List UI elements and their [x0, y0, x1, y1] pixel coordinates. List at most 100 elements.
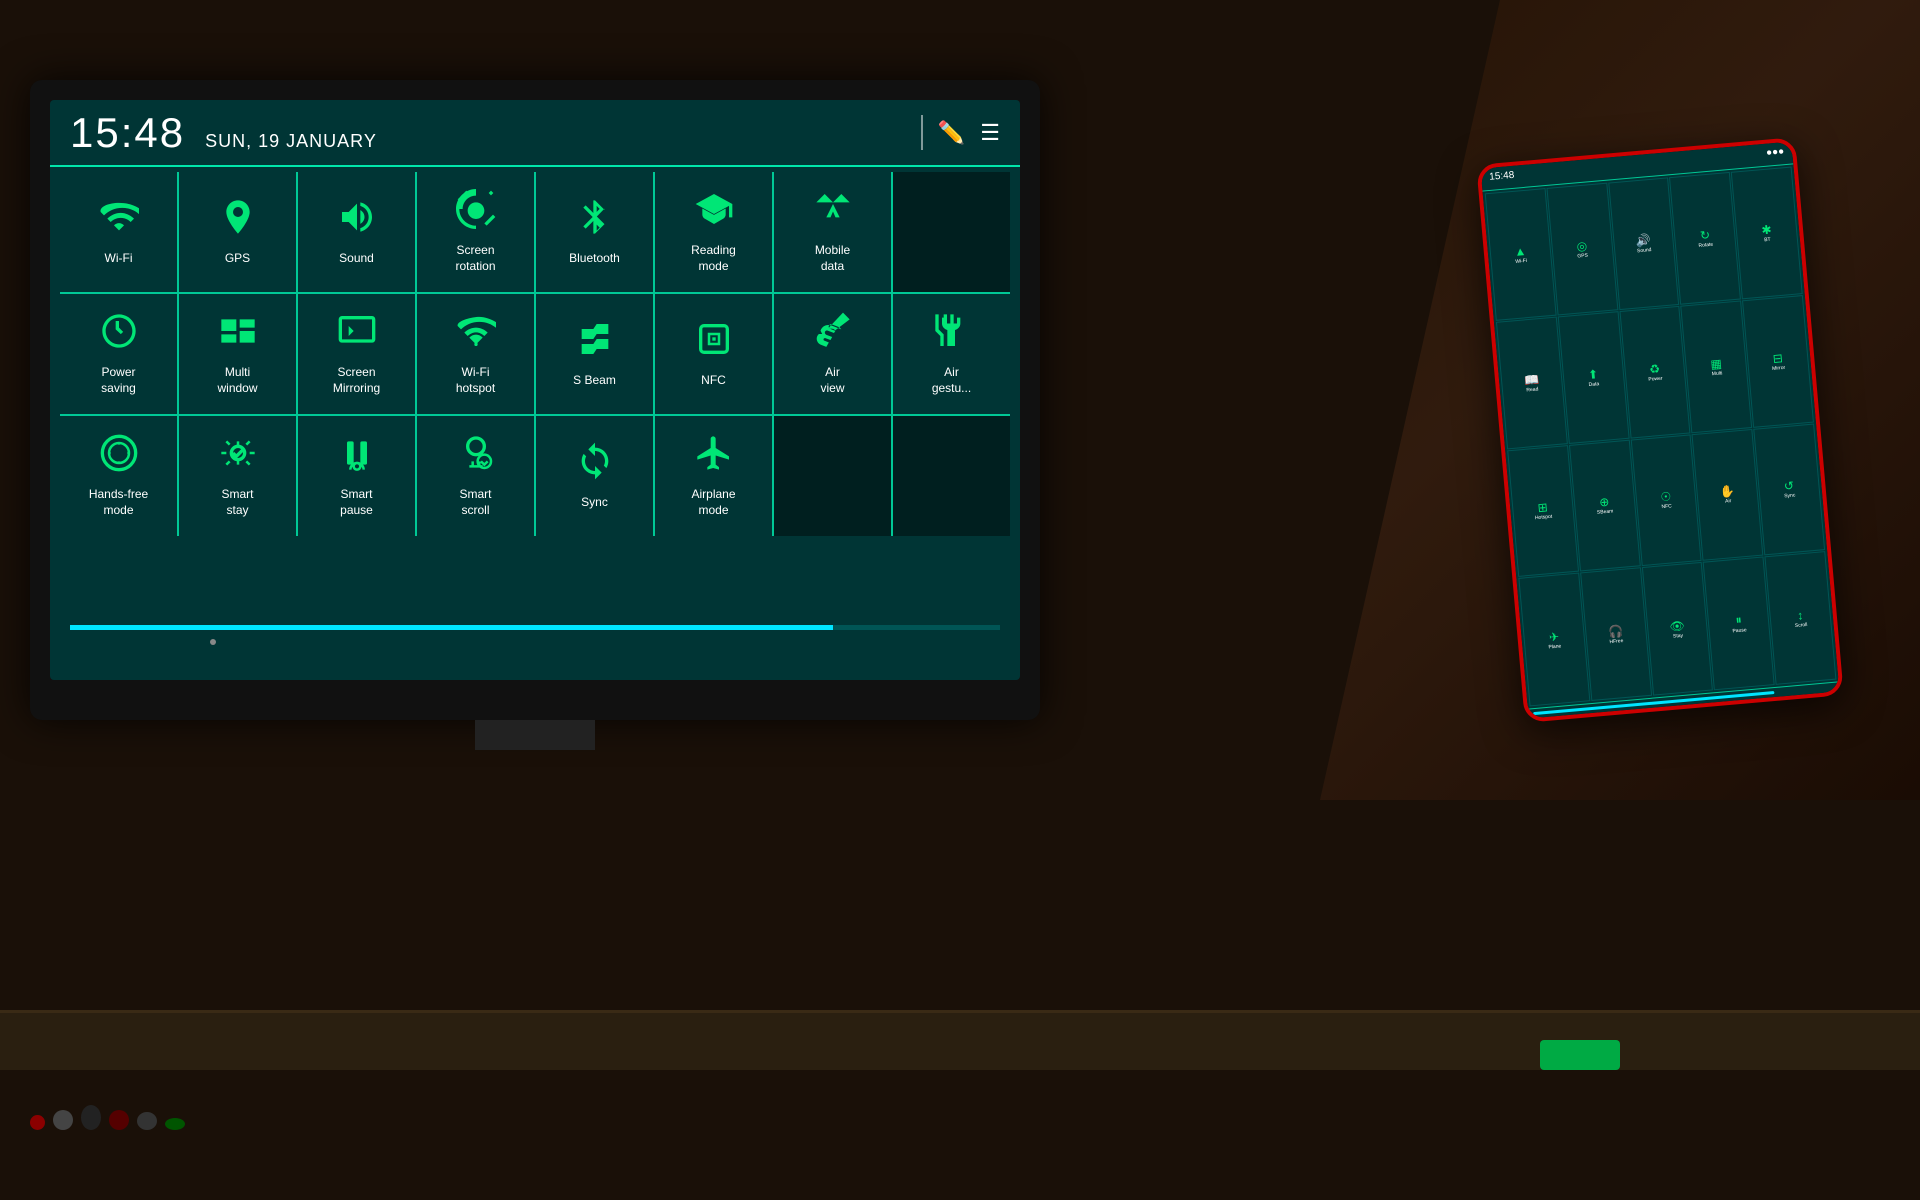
phone-p19-icon: ⏸ — [1735, 613, 1742, 628]
hands-free-icon — [99, 433, 139, 479]
smart-stay-icon — [218, 433, 258, 479]
hands-free-label: Hands-freemode — [89, 487, 148, 518]
tv-body: 15:48 SUN, 19 JANUARY ✏️ ☰ — [30, 80, 1040, 720]
quick-settings-grid: Wi-Fi GPS Sound — [50, 167, 1020, 541]
qs-hands-free[interactable]: Hands-freemode — [60, 416, 179, 536]
phone-p16-icon: ✈ — [1548, 629, 1559, 644]
phone-item-5: ✱BT — [1731, 167, 1803, 300]
phone-item-20: ↕Scroll — [1765, 551, 1837, 685]
multi-window-label: Multiwindow — [217, 365, 257, 396]
status-icons: ✏️ ☰ — [921, 115, 1000, 150]
qs-wifi-hotspot[interactable]: Wi-Fihotspot — [417, 294, 536, 414]
qs-mobile-data[interactable]: Mobiledata — [774, 172, 893, 292]
qs-bluetooth[interactable]: Bluetooth — [536, 172, 655, 292]
qs-screen-mirroring[interactable]: ScreenMirroring — [298, 294, 417, 414]
qs-power-saving[interactable]: Powersaving — [60, 294, 179, 414]
qs-air-gesture[interactable]: Airgestu... — [893, 294, 1010, 414]
tv-stand — [475, 720, 595, 750]
qs-airplane-mode[interactable]: Airplanemode — [655, 416, 774, 536]
phone-item-4: ↻Rotate — [1669, 172, 1741, 305]
phone-item-8: ♻Power — [1619, 306, 1691, 439]
qs-air-view[interactable]: Airview — [774, 294, 893, 414]
qs-multi-window[interactable]: Multiwindow — [179, 294, 298, 414]
qs-smart-scroll[interactable]: Smartscroll — [417, 416, 536, 536]
smart-pause-icon — [337, 433, 377, 479]
qs-row-2: Powersaving Multiwindow ScreenMirroring — [60, 294, 1010, 416]
phone-item-18: 👁Stay — [1641, 562, 1713, 696]
phone-data-icon: ⬆ — [1587, 367, 1598, 382]
phone-p12-icon: ⊕ — [1599, 495, 1610, 510]
scene: 15:48 SUN, 19 JANUARY ✏️ ☰ — [0, 0, 1920, 1200]
phone-p15-icon: ↺ — [1783, 479, 1794, 494]
green-object — [1540, 1040, 1620, 1070]
sync-icon — [575, 441, 615, 487]
qs-smart-stay[interactable]: Smartstay — [179, 416, 298, 536]
qs-screen-rotation[interactable]: Screenrotation — [417, 172, 536, 292]
progress-bar — [70, 625, 1000, 630]
phone-item-11: ⊞Hotspot — [1507, 445, 1579, 578]
screen-mirroring-icon — [337, 311, 377, 357]
progress-fill — [70, 625, 833, 630]
qs-gps[interactable]: GPS — [179, 172, 298, 292]
phone-wifi-icon: ▲ — [1514, 244, 1527, 259]
phone-item-3: 🔊Sound — [1608, 177, 1680, 310]
clock: 15:48 — [70, 109, 185, 157]
phone-icons: ●●● — [1766, 146, 1785, 162]
qs-reading-mode[interactable]: Readingmode — [655, 172, 774, 292]
qs-nfc[interactable]: NFC — [655, 294, 774, 414]
air-gesture-icon — [932, 311, 972, 357]
divider — [921, 115, 923, 150]
mobile-data-label: Mobiledata — [815, 243, 850, 274]
qs-s-beam[interactable]: S Beam — [536, 294, 655, 414]
sound-icon — [337, 197, 377, 243]
dec-3 — [81, 1105, 101, 1130]
sound-label: Sound — [339, 251, 374, 267]
qs-partial — [893, 172, 1010, 292]
phone-time: 15:48 — [1489, 170, 1515, 186]
qs-sound[interactable]: Sound — [298, 172, 417, 292]
phone-item-10: ⊟Mirror — [1742, 295, 1814, 428]
phone-item-12: ⊕SBeam — [1569, 439, 1641, 572]
phone-p11-icon: ⊞ — [1537, 500, 1548, 515]
phone-item-17: 🎧HFree — [1580, 567, 1652, 701]
air-view-label: Airview — [820, 365, 844, 396]
edit-icon[interactable]: ✏️ — [938, 120, 965, 146]
smart-scroll-label: Smartscroll — [459, 487, 491, 518]
time-date: 15:48 SUN, 19 JANUARY — [70, 109, 377, 157]
phone-p13-icon: ☉ — [1660, 490, 1672, 505]
s-beam-icon — [575, 319, 615, 365]
mobile-data-icon — [813, 189, 853, 235]
multi-window-icon — [218, 311, 258, 357]
phone-sound-icon: 🔊 — [1635, 233, 1651, 248]
phone-item-9: ▦Multi — [1681, 300, 1753, 433]
nfc-icon — [694, 319, 734, 365]
phone-item-1: ▲Wi-Fi — [1485, 188, 1557, 321]
airplane-icon — [694, 433, 734, 479]
nfc-label: NFC — [701, 373, 726, 389]
gps-icon — [218, 197, 258, 243]
hotspot-label: Wi-Fihotspot — [456, 365, 495, 396]
s-beam-label: S Beam — [573, 373, 616, 389]
qs-row-3: Hands-freemode Smartstay Smartpause — [60, 416, 1010, 536]
wifi-icon — [99, 197, 139, 243]
phone-quick-settings: ▲Wi-Fi ◎GPS 🔊Sound ↻Rotate ✱BT 📖Read ⬆Da… — [1483, 164, 1839, 708]
qs-sync[interactable]: Sync — [536, 416, 655, 536]
dec-6 — [165, 1118, 185, 1130]
shelf-items — [30, 1105, 185, 1130]
phone-screen: 15:48 ●●● ▲Wi-Fi ◎GPS 🔊Sound ↻Rotate ✱BT… — [1481, 141, 1840, 718]
phone-item-16: ✈Plane — [1518, 573, 1590, 707]
qs-smart-pause[interactable]: Smartpause — [298, 416, 417, 536]
smart-scroll-icon — [456, 433, 496, 479]
phone-p8-icon: ♻ — [1649, 361, 1661, 376]
screen-rotation-label: Screenrotation — [455, 243, 495, 274]
shelf — [0, 1010, 1920, 1070]
hotspot-icon — [456, 311, 496, 357]
qs-wifi[interactable]: Wi-Fi — [60, 172, 179, 292]
dec-1 — [30, 1115, 45, 1130]
gps-label: GPS — [225, 251, 250, 267]
menu-icon[interactable]: ☰ — [980, 120, 1000, 146]
dec-2 — [53, 1110, 73, 1130]
phone-p18-icon: 👁 — [1669, 618, 1685, 633]
phone: 15:48 ●●● ▲Wi-Fi ◎GPS 🔊Sound ↻Rotate ✱BT… — [1476, 137, 1844, 723]
phone-p10-icon: ⊟ — [1772, 351, 1783, 366]
